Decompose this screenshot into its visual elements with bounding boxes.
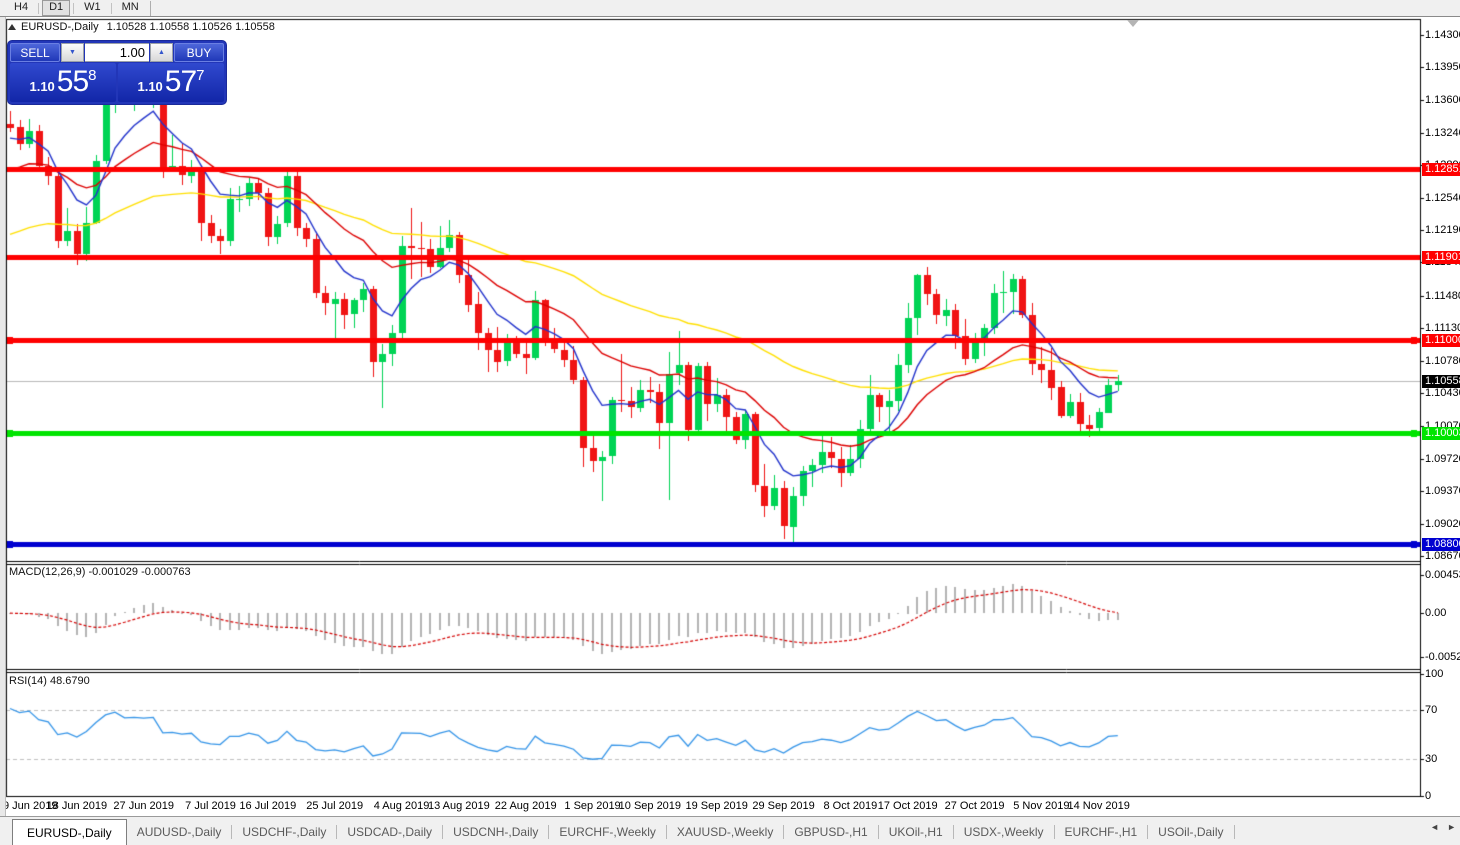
- date-axis-label: 10 Sep 2019: [619, 800, 681, 812]
- price-axis-label: 1.10430: [1425, 387, 1460, 399]
- window-left-frame: [0, 17, 6, 845]
- price-axis-label: 1.13240: [1425, 127, 1460, 139]
- chart-tab-usdx-weekly[interactable]: USDX-,Weekly: [954, 817, 1054, 845]
- current-price-flag: 1.10558: [1422, 375, 1460, 388]
- date-axis-label: 17 Oct 2019: [878, 800, 938, 812]
- date-axis-label: 22 Aug 2019: [495, 800, 557, 812]
- date-axis-label: 8 Oct 2019: [823, 800, 877, 812]
- sell-price-prefix: 1.10: [29, 79, 54, 94]
- timeframe-button-w1[interactable]: W1: [77, 0, 108, 16]
- date-axis-label: 14 Nov 2019: [1067, 800, 1129, 812]
- date-axis-label: 29 Sep 2019: [752, 800, 814, 812]
- price-axis-label: 1.09370: [1425, 485, 1460, 497]
- toolbar-separator: [73, 3, 74, 14]
- buy-price-prefix: 1.10: [137, 79, 162, 94]
- price-axis-label: 1.10780: [1425, 355, 1460, 367]
- sell-button[interactable]: SELL: [10, 43, 60, 62]
- macd-axis-label: -0.005205: [1425, 651, 1460, 663]
- date-axis-label: 4 Aug 2019: [374, 800, 430, 812]
- date-axis-label: 1 Sep 2019: [564, 800, 620, 812]
- price-axis-label: 1.13600: [1425, 94, 1460, 106]
- date-axis-label: 18 Jun 2019: [47, 800, 108, 812]
- chart-symbol-label: EURUSD-,Daily: [21, 21, 99, 33]
- chart-tab-bar: EURUSD-,DailyAUDUSD-,DailyUSDCHF-,DailyU…: [0, 816, 1460, 845]
- collapse-panel-icon[interactable]: [8, 24, 16, 30]
- macd-indicator-label: MACD(12,26,9) -0.001029 -0.000763: [9, 566, 191, 578]
- toolbar-separator: [111, 3, 112, 14]
- chart-tab-usdcad-daily[interactable]: USDCAD-,Daily: [337, 817, 442, 845]
- timeframe-button-h4[interactable]: H4: [7, 0, 35, 16]
- chart-tab-ukoil-h1[interactable]: UKOil-,H1: [879, 817, 953, 845]
- price-axis-label: 1.09020: [1425, 518, 1460, 530]
- rsi-axis-label: 100: [1425, 668, 1443, 680]
- chart-tab-audusd-daily[interactable]: AUDUSD-,Daily: [127, 817, 232, 845]
- date-axis-label: 5 Nov 2019: [1013, 800, 1069, 812]
- date-axis-label: 19 Sep 2019: [685, 800, 747, 812]
- timeframe-button-mn[interactable]: MN: [115, 0, 146, 16]
- date-axis-label: 27 Oct 2019: [945, 800, 1005, 812]
- one-click-trade-panel: SELL ▼ ▲ BUY 1.10 55 8 1.10 57 7: [8, 41, 226, 104]
- date-axis-label: 7 Jul 2019: [185, 800, 236, 812]
- price-level-flag: 1.08800: [1422, 538, 1460, 551]
- buy-price-big: 57: [165, 65, 196, 99]
- date-axis-label: 13 Aug 2019: [428, 800, 490, 812]
- price-axis-label: 1.12190: [1425, 224, 1460, 236]
- sell-price-display[interactable]: 1.10 55 8: [10, 63, 116, 102]
- macd-axis-label: 0.004536: [1425, 569, 1460, 581]
- rsi-axis-label: 30: [1425, 753, 1437, 765]
- chart-tab-eurchf-weekly[interactable]: EURCHF-,Weekly: [549, 817, 665, 845]
- chart-tab-usdchf-daily[interactable]: USDCHF-,Daily: [232, 817, 336, 845]
- chart-info-line: EURUSD-,Daily 1.10528 1.10558 1.10526 1.1…: [8, 21, 275, 33]
- price-axis-label: 1.08670: [1425, 550, 1460, 562]
- rsi-axis-label: 0: [1425, 790, 1431, 802]
- date-axis-label: 25 Jul 2019: [306, 800, 363, 812]
- price-axis-label: 1.13950: [1425, 61, 1460, 73]
- buy-price-pip: 7: [196, 67, 204, 84]
- timeframe-button-d1[interactable]: D1: [42, 0, 70, 16]
- chart-tab-eurchf-h1[interactable]: EURCHF-,H1: [1055, 817, 1148, 845]
- chart-ohlc-values: 1.10528 1.10558 1.10526 1.10558: [107, 21, 275, 33]
- timeframe-toolbar: H4 D1 W1 MN: [0, 0, 1460, 17]
- price-axis-label: 1.11130: [1425, 322, 1460, 334]
- trading-platform-window: H4 D1 W1 MN EURUSD-,Daily 1.10528 1.10558 1.…: [0, 0, 1460, 845]
- price-level-flag: 1.10003: [1422, 427, 1460, 440]
- sell-price-big: 55: [57, 65, 88, 99]
- rsi-axis-label: 70: [1425, 704, 1437, 716]
- date-axis-label: 27 Jun 2019: [113, 800, 174, 812]
- rsi-indicator-label: RSI(14) 48.6790: [9, 675, 90, 687]
- scroll-to-end-icon[interactable]: [1127, 20, 1139, 27]
- chart-tab-xauusd-weekly[interactable]: XAUUSD-,Weekly: [667, 817, 783, 845]
- price-level-flag: 1.12851: [1422, 163, 1460, 176]
- chart-tab-usdcnh-daily[interactable]: USDCNH-,Daily: [443, 817, 548, 845]
- volume-input[interactable]: [85, 43, 149, 62]
- chart-tab-gbpusd-h1[interactable]: GBPUSD-,H1: [784, 817, 877, 845]
- price-level-flag: 1.11000: [1422, 334, 1460, 347]
- macd-axis-label: 0.00: [1425, 607, 1446, 619]
- toolbar-group-separator: [150, 1, 151, 16]
- price-level-flag: 1.11901: [1422, 251, 1460, 264]
- tab-separator: [1234, 825, 1235, 839]
- toolbar-separator: [38, 3, 39, 14]
- tab-scroll-arrows: ◄ ►: [1430, 822, 1456, 832]
- sell-price-pip: 8: [88, 67, 96, 84]
- volume-increase-button[interactable]: ▲: [150, 43, 173, 62]
- tab-scroll-left-icon[interactable]: ◄: [1430, 822, 1439, 832]
- chart-tab-eurusd-daily[interactable]: EURUSD-,Daily: [12, 819, 127, 845]
- price-axis-label: 1.12540: [1425, 192, 1460, 204]
- tab-scroll-right-icon[interactable]: ►: [1447, 822, 1456, 832]
- buy-price-display[interactable]: 1.10 57 7: [118, 63, 224, 102]
- price-axis-label: 1.14300: [1425, 29, 1460, 41]
- volume-decrease-button[interactable]: ▼: [61, 43, 84, 62]
- date-axis-label: 16 Jul 2019: [239, 800, 296, 812]
- price-axis-label: 1.09720: [1425, 453, 1460, 465]
- price-chart-canvas[interactable]: [0, 0, 1460, 845]
- price-axis-label: 1.11480: [1425, 290, 1460, 302]
- chart-tab-usoil-daily[interactable]: USOil-,Daily: [1148, 817, 1233, 845]
- buy-button[interactable]: BUY: [174, 43, 224, 62]
